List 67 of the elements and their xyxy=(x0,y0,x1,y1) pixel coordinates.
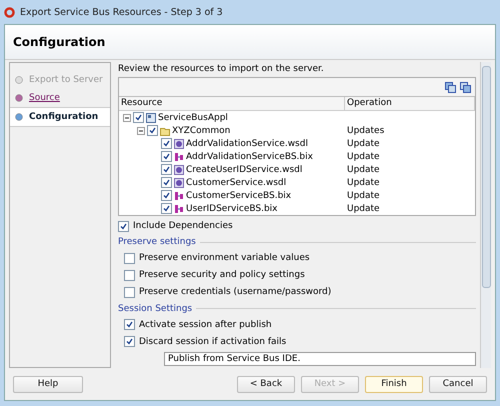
checkbox[interactable] xyxy=(118,220,129,232)
checkbox[interactable] xyxy=(161,177,172,188)
service-icon xyxy=(174,204,184,214)
step-dot-icon xyxy=(14,75,24,85)
resource-name: CustomerServiceBS.bix xyxy=(186,190,292,200)
window-title: Export Service Bus Resources - Step 3 of 3 xyxy=(20,6,223,18)
description-field[interactable]: Publish from Service Bus IDE. xyxy=(164,352,476,366)
checkbox[interactable] xyxy=(124,270,135,281)
checkbox[interactable] xyxy=(133,112,144,123)
wizard-step: Export to Server xyxy=(10,71,110,89)
checkbox[interactable] xyxy=(161,190,172,201)
operation-text: Update xyxy=(347,138,380,148)
service-icon xyxy=(174,152,184,162)
globe-icon xyxy=(174,178,184,188)
checkbox[interactable] xyxy=(161,138,172,149)
dialog-button[interactable]: Cancel xyxy=(429,376,487,392)
checkbox[interactable] xyxy=(124,286,135,298)
option-label: Activate session after publish xyxy=(139,320,272,330)
operation-text: Update xyxy=(347,152,380,162)
service-icon xyxy=(174,190,184,200)
option-label: Discard session if activation fails xyxy=(139,336,286,347)
app-logo-icon xyxy=(4,6,15,18)
option-label: Preserve security and policy settings xyxy=(139,270,305,280)
resource-name: XYZCommon xyxy=(172,126,230,136)
checkbox[interactable] xyxy=(161,203,172,214)
globe-icon xyxy=(174,138,184,148)
wizard-step[interactable]: Configuration xyxy=(10,107,110,127)
page-title: Configuration xyxy=(13,35,106,49)
dialog-button[interactable]: Finish xyxy=(365,376,423,392)
option-label: Preserve environment variable values xyxy=(139,253,310,264)
dialog-button[interactable]: < Back xyxy=(237,376,295,392)
scrollbar[interactable] xyxy=(480,62,491,368)
checkbox[interactable] xyxy=(124,319,135,330)
project-icon xyxy=(146,112,156,122)
resource-name: AddrValidationServiceBS.bix xyxy=(186,152,313,162)
operation-text: Update xyxy=(347,190,380,200)
operation-text: Update xyxy=(347,204,380,214)
wizard-step[interactable]: Source xyxy=(10,89,110,107)
resource-name: ServiceBusAppl xyxy=(158,112,228,122)
checkbox[interactable] xyxy=(161,151,172,162)
step-dot-icon xyxy=(14,93,24,103)
option-label: Preserve credentials (username/password) xyxy=(139,287,332,298)
section-title: Session Settings xyxy=(118,304,192,314)
resource-name: AddrValidationService.wsdl xyxy=(186,138,308,148)
operation-text: Update xyxy=(347,178,380,188)
checkbox[interactable] xyxy=(124,252,135,264)
checkbox[interactable] xyxy=(147,125,158,136)
operation-text: Update xyxy=(347,164,380,174)
resource-name: CustomerService.wsdl xyxy=(186,178,286,188)
option-label: Include Dependencies xyxy=(133,221,233,232)
collapse-icon[interactable] xyxy=(123,114,131,122)
step-dot-icon xyxy=(14,112,24,122)
operation-text: Updates xyxy=(347,126,384,136)
checkbox[interactable] xyxy=(124,336,135,348)
instruction-text: Review the resources to import on the server. xyxy=(118,64,325,74)
globe-icon xyxy=(174,164,184,174)
expand-all-icon[interactable] xyxy=(445,82,456,92)
dialog-button[interactable]: Help xyxy=(13,376,83,392)
collapse-icon[interactable] xyxy=(137,126,145,134)
resource-name: UserIDServiceBS.bix xyxy=(186,204,278,214)
column-header[interactable]: Operation xyxy=(345,97,475,110)
collapse-all-icon[interactable] xyxy=(460,82,471,92)
section-title: Preserve settings xyxy=(118,237,196,248)
folder-icon xyxy=(160,126,170,136)
column-header[interactable]: Resource xyxy=(119,97,345,110)
resource-name: CreateUserIDService.wsdl xyxy=(186,164,302,174)
checkbox[interactable] xyxy=(161,164,172,175)
